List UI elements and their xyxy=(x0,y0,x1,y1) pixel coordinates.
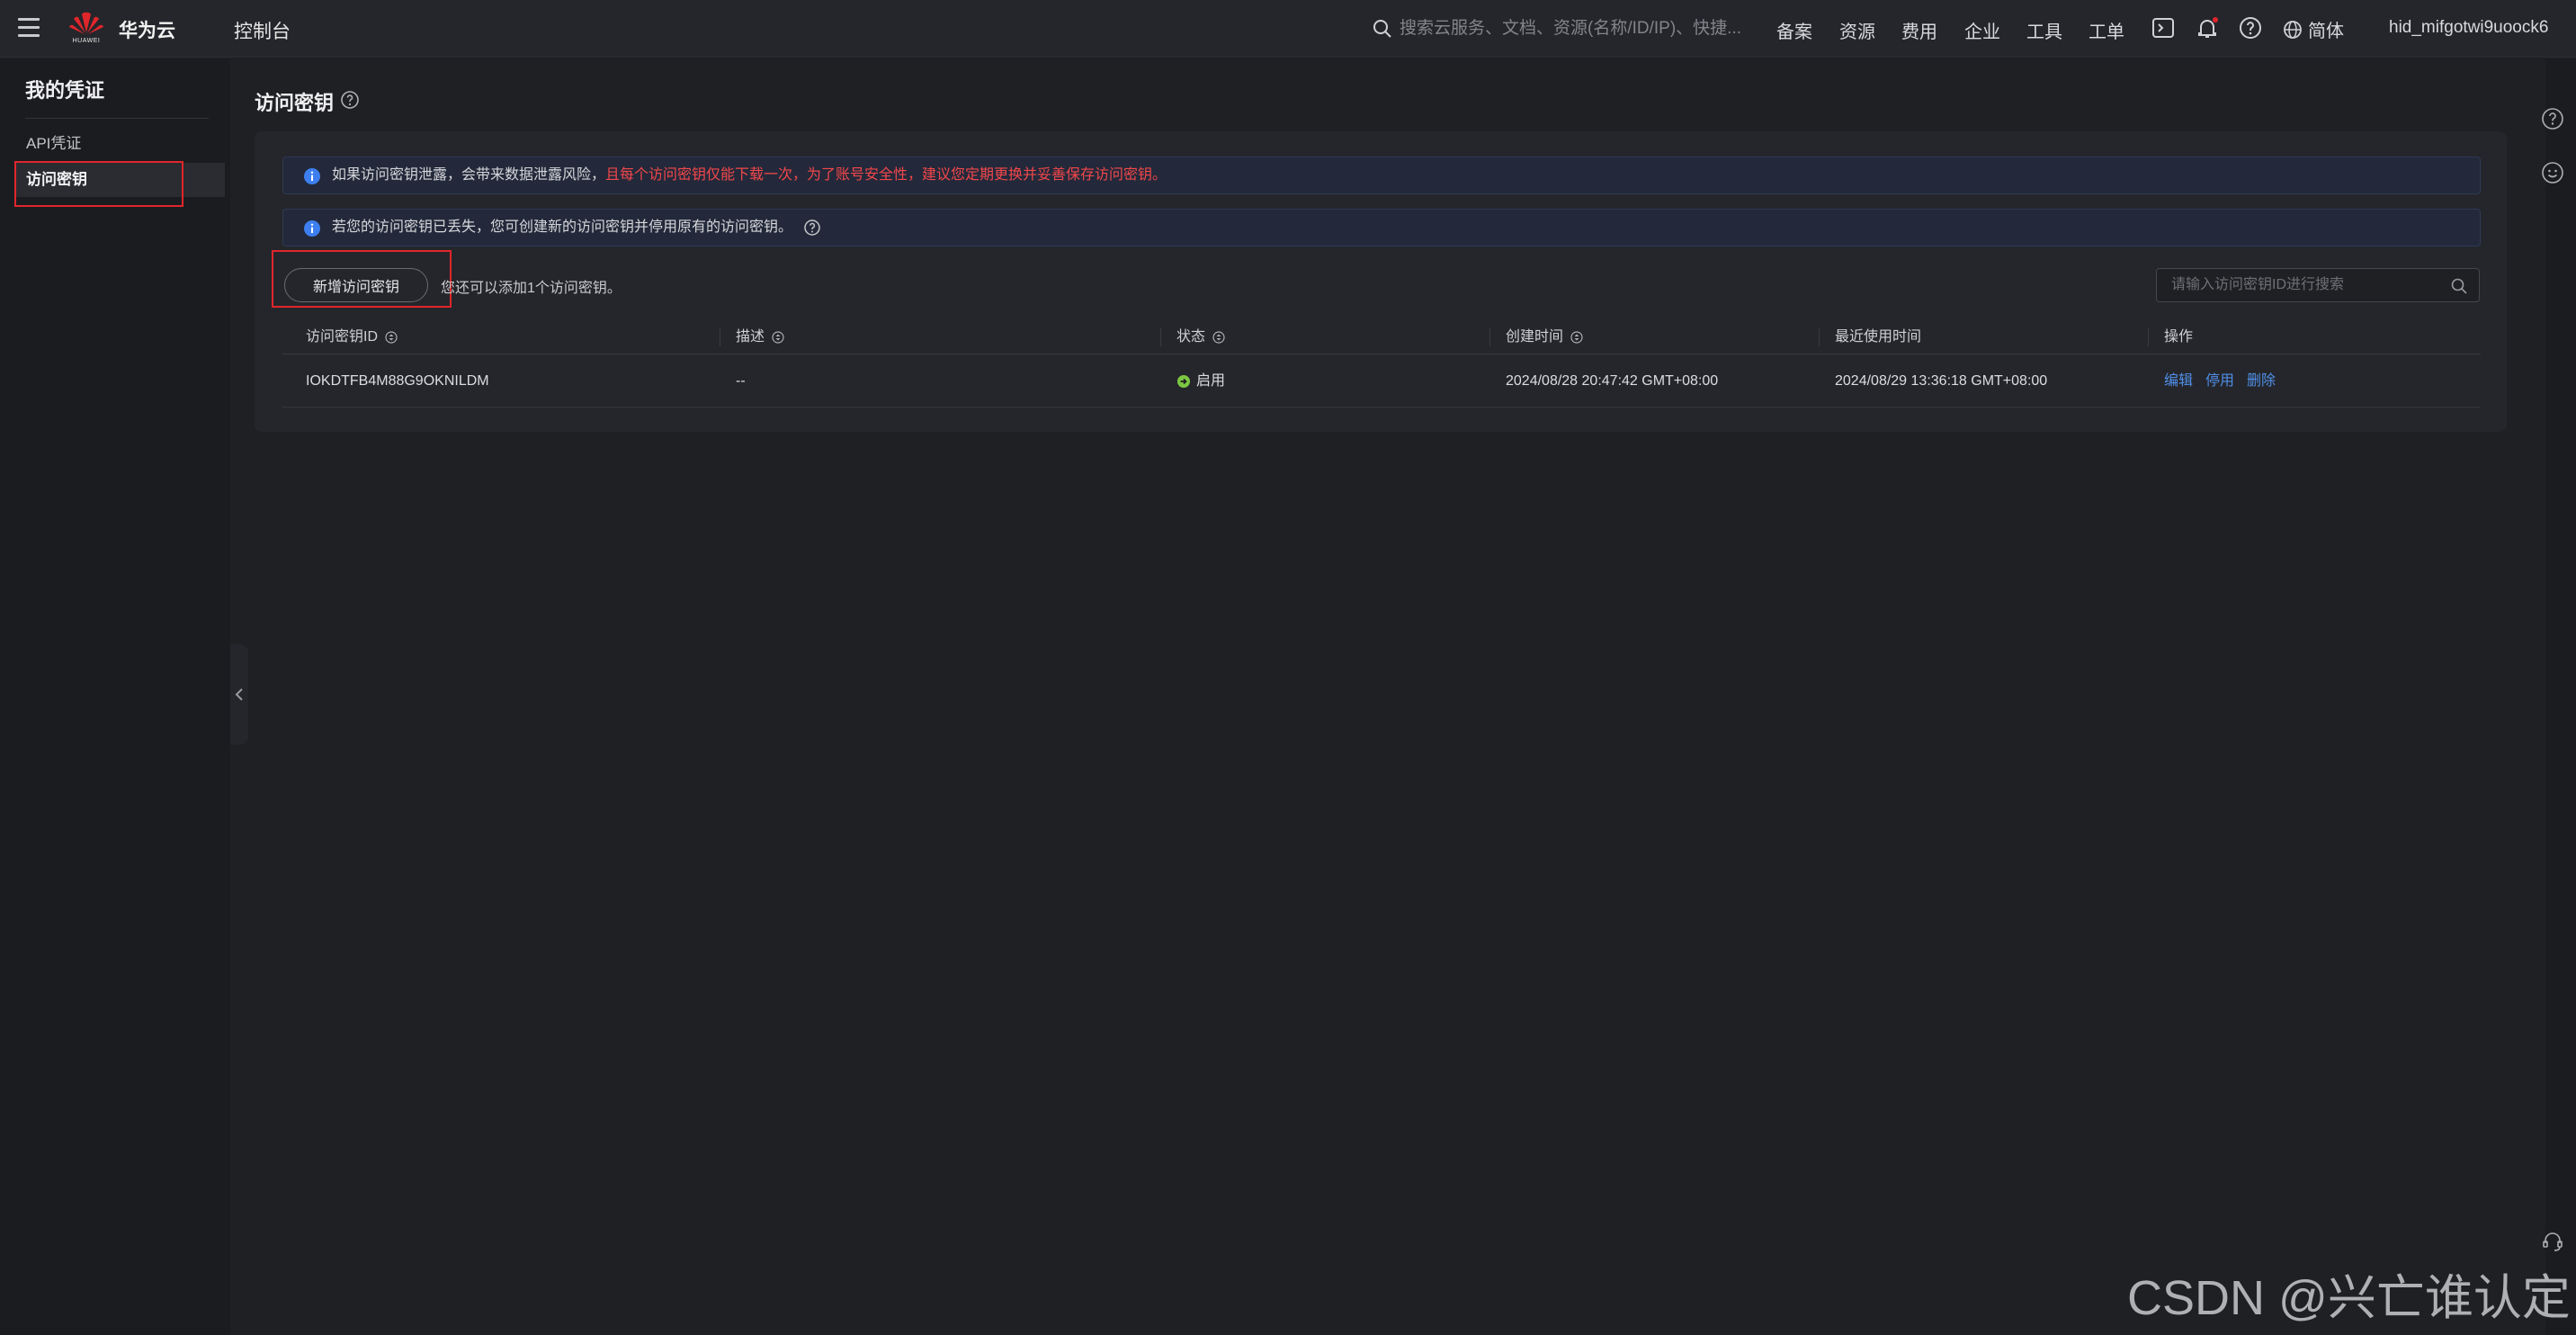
huawei-logo[interactable]: HUAWEI xyxy=(67,9,106,49)
language-label: 简体 xyxy=(2308,22,2344,41)
status-label: 启用 xyxy=(1196,373,1226,389)
sort-icon[interactable] xyxy=(1212,331,1225,344)
customer-service-icon[interactable] xyxy=(2540,1229,2565,1254)
column-label: 访问密钥ID xyxy=(306,329,379,345)
nav-filing[interactable]: 备案 xyxy=(1776,17,1812,43)
column-label: 描述 xyxy=(736,329,765,345)
table-search[interactable] xyxy=(2156,268,2480,302)
notice-text: 若您的访问密钥已丢失，您可创建新的访问密钥并停用原有的访问密钥。 xyxy=(332,220,793,235)
cell-created-time: 2024/08/28 20:47:42 GMT+08:00 xyxy=(1506,373,1719,389)
delete-link[interactable]: 删除 xyxy=(2247,373,2276,389)
info-icon xyxy=(304,168,320,184)
nav-resources[interactable]: 资源 xyxy=(1839,17,1875,43)
column-label: 操作 xyxy=(2164,329,2194,345)
username-menu[interactable]: hid_mifgotwi9uoock6 xyxy=(2389,18,2548,38)
help-circle-icon[interactable] xyxy=(2540,106,2565,131)
terminal-icon[interactable] xyxy=(2151,16,2175,40)
search-icon[interactable] xyxy=(2450,277,2468,295)
search-icon xyxy=(1373,20,1391,38)
cell-last-used-time: 2024/08/29 13:36:18 GMT+08:00 xyxy=(1835,373,2048,389)
notice-warning-text: 且每个访问密钥仅能下载一次，为了账号安全性，建议您定期更换并妥善保存访问密钥。 xyxy=(605,167,1167,183)
nav-billing[interactable]: 费用 xyxy=(1901,17,1937,43)
cell-description: -- xyxy=(736,373,746,389)
nav-tools[interactable]: 工具 xyxy=(2026,17,2062,43)
sidebar-item-access-keys[interactable]: 访问密钥 xyxy=(16,163,225,197)
help-circle-icon[interactable] xyxy=(803,219,821,237)
column-label: 创建时间 xyxy=(1506,329,1564,345)
sidebar-collapse-handle[interactable] xyxy=(230,644,248,745)
language-switcher[interactable]: 简体 xyxy=(2283,16,2344,42)
column-header-id[interactable]: 访问密钥ID xyxy=(306,320,398,354)
cell-access-key-id: IOKDTFB4M88G9OKNILDM xyxy=(306,373,489,389)
chevron-left-icon xyxy=(235,688,243,701)
hamburger-menu-icon[interactable] xyxy=(18,18,40,38)
sidebar-item-api-credentials[interactable]: API凭证 xyxy=(16,127,225,161)
cell-actions: 编辑 停用 删除 xyxy=(2164,355,2288,408)
sort-icon[interactable] xyxy=(385,331,398,344)
bell-icon[interactable] xyxy=(2196,16,2219,40)
column-separator xyxy=(1160,328,1161,346)
help-icon[interactable] xyxy=(2239,16,2262,40)
quota-text: 您还可以添加1个访问密钥。 xyxy=(441,281,622,296)
globe-icon xyxy=(2284,20,2302,39)
sidebar-title: 我的凭证 xyxy=(25,79,105,102)
cell-status: 启用 xyxy=(1176,355,1225,408)
sort-icon[interactable] xyxy=(1570,331,1583,344)
column-header-status[interactable]: 状态 xyxy=(1176,320,1225,354)
feedback-smiley-icon[interactable] xyxy=(2540,160,2565,185)
sidebar-divider xyxy=(25,118,209,119)
console-link[interactable]: 控制台 xyxy=(234,17,291,44)
column-separator xyxy=(1819,328,1820,346)
notice-leak-warning: 如果访问密钥泄露，会带来数据泄露风险，且每个访问密钥仅能下载一次，为了账号安全性… xyxy=(282,157,2481,194)
access-key-search-input[interactable] xyxy=(2171,274,2441,296)
notice-text: 如果访问密钥泄露，会带来数据泄露风险， xyxy=(332,167,606,183)
help-circle-icon[interactable] xyxy=(340,90,360,110)
sort-icon[interactable] xyxy=(772,331,784,344)
column-header-actions: 操作 xyxy=(2164,320,2193,354)
column-header-last-used: 最近使用时间 xyxy=(1835,320,1921,354)
column-header-created[interactable]: 创建时间 xyxy=(1506,320,1583,354)
watermark: CSDN @兴亡谁认定 xyxy=(2127,1271,2571,1325)
notice-key-lost: 若您的访问密钥已丢失，您可创建新的访问密钥并停用原有的访问密钥。 xyxy=(282,209,2481,246)
status-enabled-icon xyxy=(1177,375,1190,388)
column-separator xyxy=(2148,328,2149,346)
left-sidebar: 我的凭证 API凭证 访问密钥 xyxy=(0,58,230,1335)
table-row: IOKDTFB4M88G9OKNILDM -- 启用 2024/08/28 20… xyxy=(282,355,2481,408)
nav-tickets[interactable]: 工单 xyxy=(2089,17,2124,43)
brand-name[interactable]: 华为云 xyxy=(119,16,175,43)
column-separator xyxy=(1489,328,1490,346)
column-header-description[interactable]: 描述 xyxy=(736,320,784,354)
add-access-key-button[interactable]: 新增访问密钥 xyxy=(284,268,428,302)
column-label: 最近使用时间 xyxy=(1835,329,1922,345)
nav-enterprise[interactable]: 企业 xyxy=(1964,17,2000,43)
table-header: 访问密钥ID 描述 状态 创建时间 最近使用时间 操作 xyxy=(282,320,2481,354)
global-search-input[interactable] xyxy=(1400,16,1750,41)
column-label: 状态 xyxy=(1176,329,1206,345)
edit-link[interactable]: 编辑 xyxy=(2164,373,2193,389)
disable-link[interactable]: 停用 xyxy=(2205,373,2234,389)
logo-wordmark: HUAWEI xyxy=(72,38,101,44)
info-icon xyxy=(304,220,320,237)
page-title: 访问密钥 xyxy=(255,92,335,114)
global-search[interactable] xyxy=(1373,13,1750,45)
top-bar: HUAWEI 华为云 控制台 备案 资源 费用 企业 工具 工单 简体 hid_… xyxy=(0,0,2576,58)
